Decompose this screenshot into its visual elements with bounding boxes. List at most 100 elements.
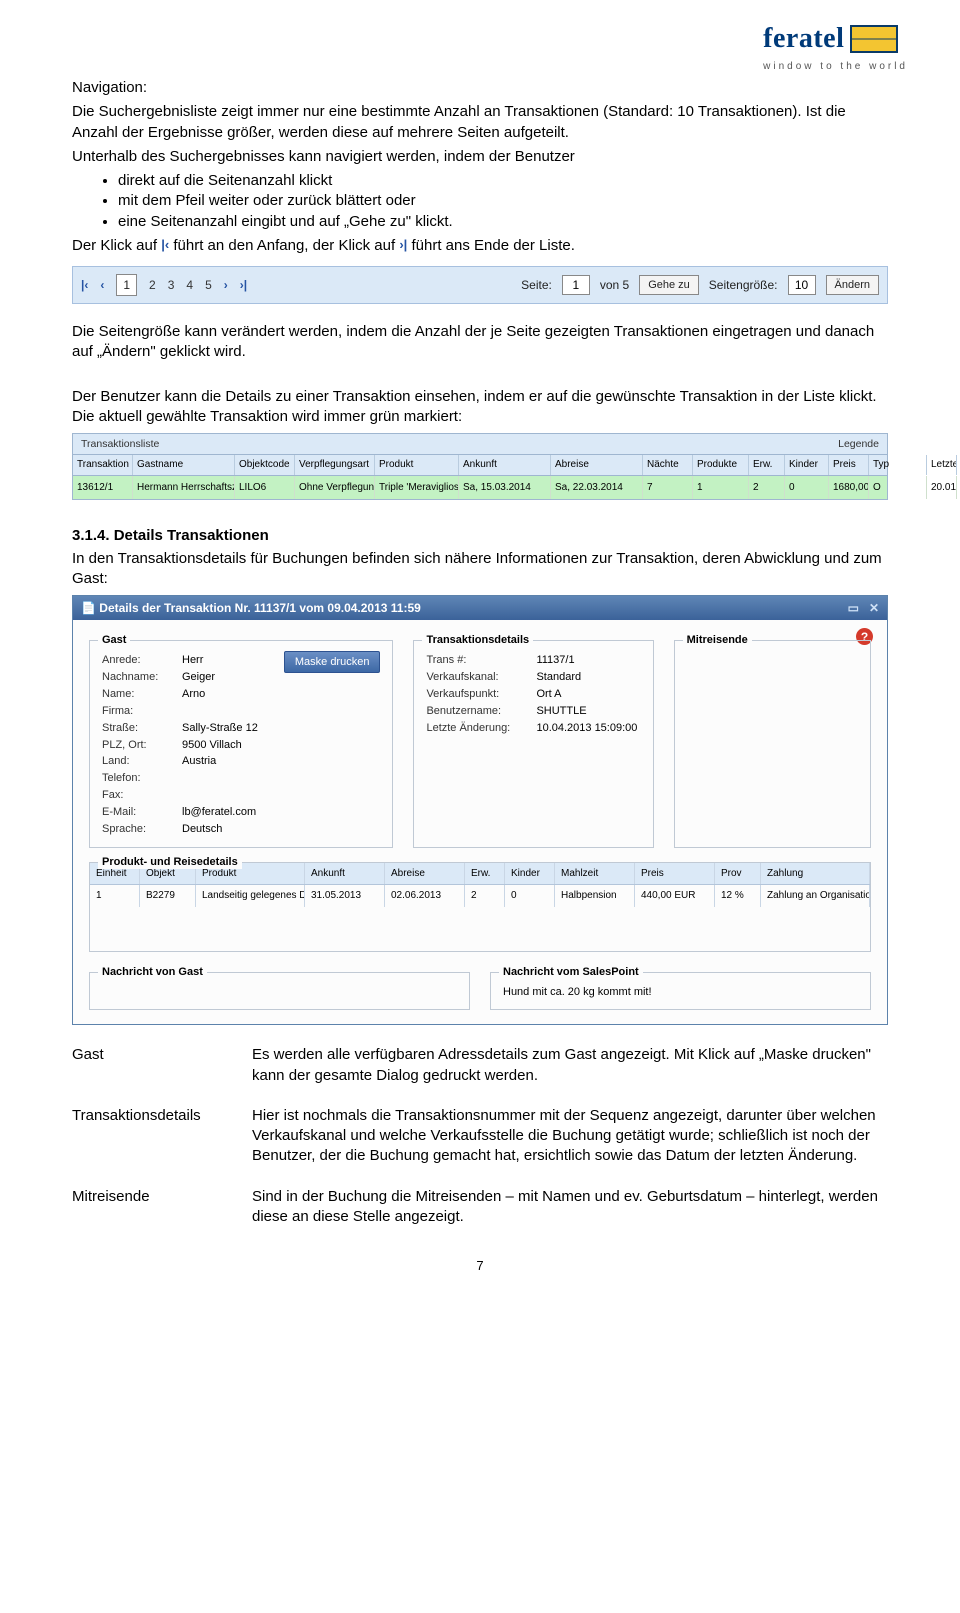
tlist-h-13: Letzte Änd	[927, 455, 957, 475]
pager-change-button[interactable]: Ändern	[826, 275, 879, 296]
pager-current-page[interactable]: 1	[116, 274, 137, 296]
nav-heading: Navigation:	[72, 78, 888, 98]
def-gast-term: Gast	[72, 1045, 252, 1086]
tlist-c-2: LILO6	[235, 476, 295, 500]
nav-bullet-1: direkt auf die Seitenanzahl klickt	[118, 171, 888, 191]
pager-goto-button[interactable]: Gehe zu	[639, 275, 699, 296]
tlist-c-0: 13612/1	[73, 476, 133, 500]
prd-c-2: Landseitig gelegenes Doppelzimmer	[196, 885, 305, 907]
prd-c-8: 440,00 EUR	[635, 885, 715, 907]
prd-h-4: Abreise	[385, 863, 465, 885]
trans-key: Verkaufskanal:	[426, 670, 536, 685]
trans-value: Standard	[536, 670, 640, 685]
pager-seite-input[interactable]	[562, 275, 590, 295]
tlist-h-12: Typ	[869, 455, 927, 475]
prd-data-row[interactable]: 1 B2279 Landseitig gelegenes Doppelzimme…	[90, 885, 870, 907]
gast-value: Sally-Straße 12	[182, 721, 380, 736]
nav-paragraph-3: Der Klick auf |‹ führt an den Anfang, de…	[72, 236, 888, 256]
fieldset-nachricht-salespoint: Nachricht vom SalesPoint Hund mit ca. 20…	[490, 972, 871, 1011]
tlist-c-5: Sa, 15.03.2014	[459, 476, 551, 500]
pager-last-button[interactable]: ›|	[240, 277, 247, 293]
gast-key: Anrede:	[102, 653, 182, 668]
fieldset-gast-legend: Gast	[98, 633, 130, 648]
tlist-h-10: Kinder	[785, 455, 829, 475]
transaction-detail-dialog: 📄 Details der Transaktion Nr. 11137/1 vo…	[72, 595, 888, 1025]
fieldset-nachricht-gast: Nachricht von Gast	[89, 972, 470, 1011]
tlist-c-12: O	[869, 476, 927, 500]
logo-mark-icon	[850, 25, 898, 53]
tlist-c-4: Triple 'Meraviglioso'	[375, 476, 459, 500]
window-close-icon[interactable]: ✕	[869, 600, 879, 616]
tlist-h-3: Verpflegungsart	[295, 455, 375, 475]
pager-page-3[interactable]: 3	[168, 277, 175, 293]
prd-h-5: Erw.	[465, 863, 505, 885]
pager-first-button[interactable]: |‹	[81, 277, 88, 293]
nav-bullet-2: mit dem Pfeil weiter oder zurück blätter…	[118, 191, 888, 211]
gast-value	[182, 771, 380, 786]
nav-p3-b: führt an den Anfang, der Klick auf	[173, 237, 399, 254]
gast-key: Land:	[102, 754, 182, 769]
pager-page-5[interactable]: 5	[205, 277, 212, 293]
transaction-list: Transaktionsliste Legende Transaktion Ga…	[72, 433, 888, 500]
fieldset-gast: Gast Maske drucken Anrede:HerrNachname:G…	[89, 640, 393, 847]
prd-h-9: Prov	[715, 863, 761, 885]
def-trans-desc: Hier ist nochmals die Transaktionsnummer…	[252, 1106, 888, 1167]
tlist-selected-row[interactable]: 13612/1 Hermann Herrschaftszeiten LILO6 …	[73, 476, 887, 500]
tlist-h-6: Abreise	[551, 455, 643, 475]
tlist-c-6: Sa, 22.03.2014	[551, 476, 643, 500]
trans-value: SHUTTLE	[536, 704, 640, 719]
def-trans-term: Transaktionsdetails	[72, 1106, 252, 1167]
tlist-c-10: 0	[785, 476, 829, 500]
gast-value: Arno	[182, 687, 380, 702]
prd-c-1: B2279	[140, 885, 196, 907]
prd-c-4: 02.06.2013	[385, 885, 465, 907]
tlist-c-7: 7	[643, 476, 693, 500]
section-intro: In den Transaktionsdetails für Buchungen…	[72, 549, 888, 590]
trans-key: Verkaufspunkt:	[426, 687, 536, 702]
trans-value: Ort A	[536, 687, 640, 702]
gast-value: 9500 Villach	[182, 738, 380, 753]
page-number: 7	[72, 1257, 888, 1275]
window-minimize-icon[interactable]: ▭	[848, 600, 859, 616]
gast-value: Austria	[182, 754, 380, 769]
nav-paragraph-1: Die Suchergebnisliste zeigt immer nur ei…	[72, 102, 888, 143]
gast-key: E-Mail:	[102, 805, 182, 820]
brand-logo: feratel window to the world	[763, 20, 908, 73]
trans-key: Letzte Änderung:	[426, 721, 536, 736]
prd-h-10: Zahlung	[761, 863, 870, 885]
print-mask-button[interactable]: Maske drucken	[284, 651, 381, 673]
prd-c-6: 0	[505, 885, 555, 907]
trans-key: Benutzername:	[426, 704, 536, 719]
logo-text: feratel	[763, 20, 844, 58]
pager-seite-label: Seite:	[521, 277, 552, 293]
pager-page-4[interactable]: 4	[186, 277, 193, 293]
gast-key: Firma:	[102, 704, 182, 719]
tlist-legend[interactable]: Legende	[838, 437, 879, 451]
gast-key: PLZ, Ort:	[102, 738, 182, 753]
gast-key: Sprache:	[102, 822, 182, 837]
prd-c-7: Halbpension	[555, 885, 635, 907]
pager-page-2[interactable]: 2	[149, 277, 156, 293]
logo-tagline: window to the world	[763, 60, 908, 74]
prd-h-8: Preis	[635, 863, 715, 885]
gast-value	[182, 704, 380, 719]
tlist-h-1: Gastname	[133, 455, 235, 475]
trans-value: 10.04.2013 15:09:00	[536, 721, 640, 736]
pager-size-label: Seitengröße:	[709, 277, 778, 293]
tlist-h-11: Preis	[829, 455, 869, 475]
tlist-h-4: Produkt	[375, 455, 459, 475]
nav-bullet-list: direkt auf die Seitenanzahl klickt mit d…	[118, 171, 888, 232]
nav-p3-c: führt ans Ende der Liste.	[411, 237, 574, 254]
tlist-h-5: Ankunft	[459, 455, 551, 475]
nav-bullet-3: eine Seitenanzahl eingibt und auf „Gehe …	[118, 212, 888, 232]
tlist-c-11: 1680,00	[829, 476, 869, 500]
tlist-h-8: Produkte	[693, 455, 749, 475]
pager-next-button[interactable]: ›	[224, 277, 228, 293]
pager-prev-button[interactable]: ‹	[100, 277, 104, 293]
prd-c-0: 1	[90, 885, 140, 907]
tlist-title: Transaktionsliste	[81, 437, 159, 451]
pager-size-input[interactable]	[788, 275, 816, 295]
section-title: 3.1.4. Details Transaktionen	[72, 526, 888, 546]
pager-von-label: von 5	[600, 277, 629, 293]
tlist-c-9: 2	[749, 476, 785, 500]
